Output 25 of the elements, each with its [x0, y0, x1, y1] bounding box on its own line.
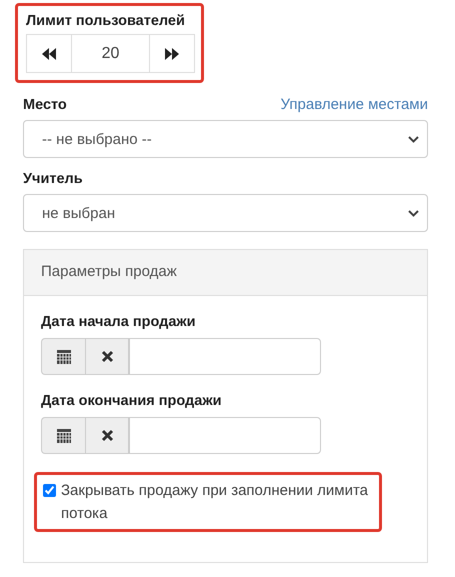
date-field[interactable] [129, 338, 321, 375]
panel-title: Параметры продаж [41, 263, 177, 280]
field-label: Учитель [23, 171, 83, 187]
calendar-button[interactable] [41, 417, 85, 454]
close-icon [100, 429, 114, 442]
chevron-down-icon [408, 136, 419, 142]
place-select[interactable]: -- не выбрано -- [23, 120, 428, 158]
clear-button[interactable] [85, 338, 129, 375]
teacher-select[interactable]: не выбран [23, 194, 428, 232]
field-label: Дата окончания продажи [41, 393, 223, 409]
double-left-arrow-icon [42, 48, 56, 60]
checkbox-label[interactable]: Закрывать продажу при заполнении лимита потока [61, 479, 373, 525]
double-right-arrow-icon [165, 48, 180, 60]
field-label: Место [23, 97, 67, 113]
date-field[interactable] [129, 417, 321, 454]
field-label: Лимит пользователей [26, 13, 186, 29]
calendar-icon [56, 428, 72, 444]
clear-button[interactable] [85, 417, 129, 454]
checkbox[interactable] [43, 484, 56, 497]
calendar-button[interactable] [41, 338, 85, 375]
chevron-down-icon [408, 210, 419, 216]
close-icon [100, 350, 114, 363]
manage-places-link[interactable]: Управление местами [280, 96, 428, 113]
calendar-icon [56, 348, 72, 364]
field-label: Дата начала продажи [41, 314, 197, 330]
